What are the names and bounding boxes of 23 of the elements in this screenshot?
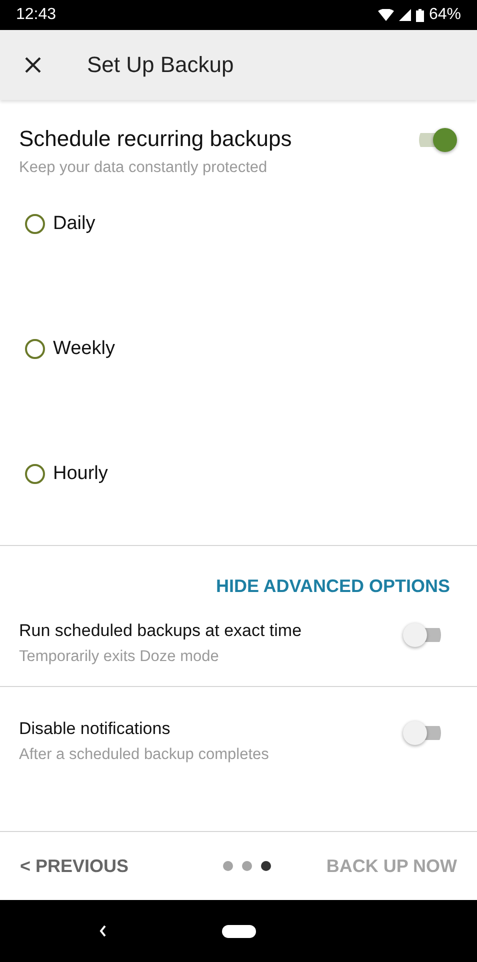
schedule-title: Schedule recurring backups <box>19 126 292 152</box>
battery-icon <box>416 8 424 22</box>
schedule-subtitle: Keep your data constantly protected <box>19 159 268 177</box>
advanced-options-link[interactable]: HIDE ADVANCED OPTIONS <box>216 576 450 597</box>
back-icon[interactable] <box>99 925 107 937</box>
radio-label: Hourly <box>53 462 108 484</box>
battery-percent: 64% <box>428 6 461 24</box>
radio-button[interactable] <box>25 214 45 234</box>
option-subtitle: After a scheduled backup completes <box>19 746 269 764</box>
close-icon <box>25 57 41 73</box>
status-time: 12:43 <box>16 6 56 24</box>
radio-button[interactable] <box>25 464 45 484</box>
signal-icon <box>398 9 411 21</box>
radio-label: Daily <box>53 212 96 234</box>
radio-button[interactable] <box>25 338 45 358</box>
home-button[interactable] <box>222 924 256 938</box>
screen-title: Set Up Backup <box>87 52 234 78</box>
previous-button[interactable]: < PREVIOUS <box>20 856 129 876</box>
radio-label: Weekly <box>53 338 115 360</box>
option-title: Disable notifications <box>19 719 172 739</box>
option-title: Run scheduled backups at exact time <box>19 621 302 641</box>
wifi-icon <box>378 9 394 21</box>
option-subtitle: Temporarily exits Doze mode <box>19 648 220 666</box>
